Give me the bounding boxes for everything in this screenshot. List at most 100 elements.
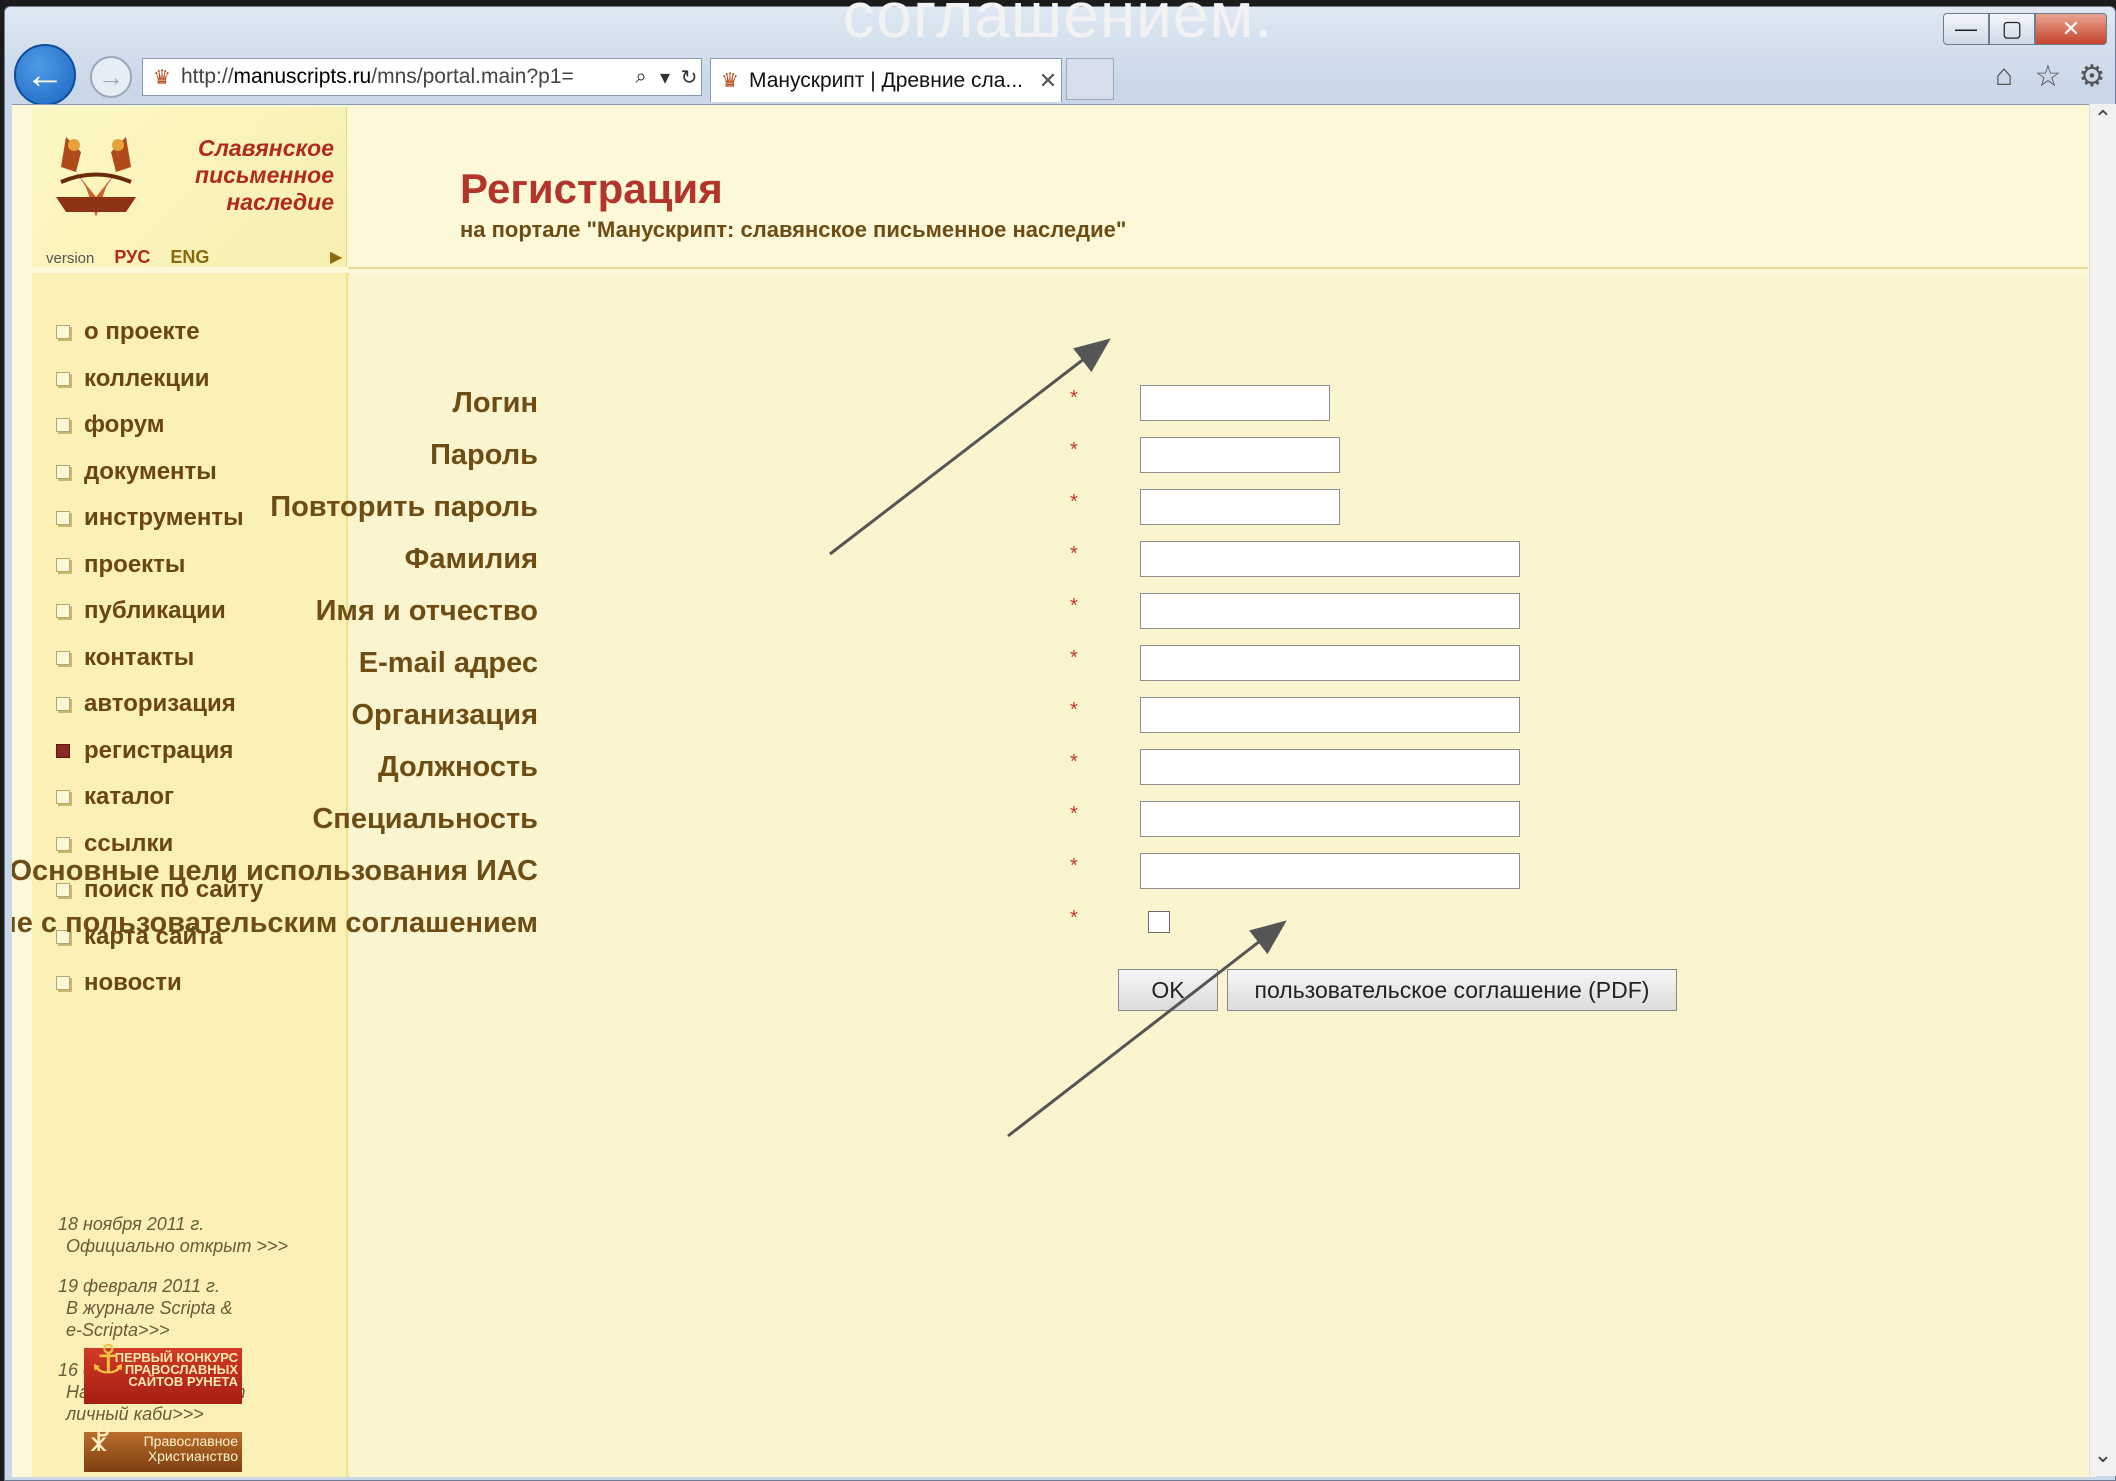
form-row-email: E-mail адрес * xyxy=(348,645,1548,685)
form-row-password: Пароль * xyxy=(348,437,1548,477)
arrow-left-icon: ← xyxy=(25,52,65,97)
news-item[interactable]: 18 ноября 2011 г. Официально открыт >>> xyxy=(58,1213,288,1257)
sidebar-menu: о проекте коллекции форум документы инст… xyxy=(56,309,263,1007)
bullet-icon xyxy=(56,325,70,340)
news-item[interactable]: 19 февраля 2011 г. В журнале Scripta & e… xyxy=(58,1275,288,1341)
lang-ru-link[interactable]: РУС xyxy=(114,247,150,268)
position-input[interactable] xyxy=(1140,749,1520,785)
search-icon[interactable]: ⌕ xyxy=(629,66,653,89)
tab-title: Манускрипт | Древние сла... xyxy=(749,68,1023,92)
bullet-icon xyxy=(56,790,70,805)
required-mark: * xyxy=(1070,855,1078,877)
sidebar-item-news[interactable]: новости xyxy=(56,960,263,1007)
agreement-label: Согласие с пользовательским соглашением xyxy=(12,907,538,939)
field-label: Фамилия xyxy=(404,543,538,575)
brand-line: наследие xyxy=(226,189,334,215)
new-tab-button[interactable] xyxy=(1066,58,1114,100)
required-mark: * xyxy=(1070,491,1078,513)
email-input[interactable] xyxy=(1140,645,1520,681)
field-label: E-mail адрес xyxy=(358,647,538,679)
required-mark: * xyxy=(1070,595,1078,617)
name-input[interactable] xyxy=(1140,593,1520,629)
bullet-icon xyxy=(56,604,70,619)
sidebar-item-about[interactable]: о проекте xyxy=(56,309,263,356)
sidebar-item-label: каталог xyxy=(84,783,175,811)
tab-manuscript[interactable]: ♛ Манускрипт | Древние сла... ✕ xyxy=(710,58,1062,102)
login-input[interactable] xyxy=(1140,385,1330,421)
sidebar-item-label: ссылки xyxy=(84,829,174,857)
page-subtitle: на портале "Манускрипт: славянское письм… xyxy=(460,217,1127,242)
badge-text: Православное Христианство xyxy=(143,1433,238,1464)
scroll-up-icon[interactable]: ⌃ xyxy=(2090,104,2116,134)
form-row-login: Логин * xyxy=(348,385,1548,425)
sidebar-item-publications[interactable]: публикации xyxy=(56,588,263,635)
required-mark: * xyxy=(1070,751,1078,773)
specialty-input[interactable] xyxy=(1140,801,1520,837)
sidebar-item-label: новости xyxy=(84,969,182,997)
sidebar-item-login[interactable]: авторизация xyxy=(56,681,263,728)
agreement-checkbox[interactable] xyxy=(1148,911,1170,933)
bullet-icon xyxy=(56,418,70,433)
surname-input[interactable] xyxy=(1140,541,1520,577)
back-button[interactable]: ← xyxy=(14,44,76,106)
orthodox-badge[interactable]: ☧ Православное Христианство xyxy=(84,1427,242,1472)
contest-badge[interactable]: ⚓ ПЕРВЫЙ КОНКУРС ПРАВОСЛАВНЫХ САЙТОВ РУН… xyxy=(84,1340,242,1404)
brand-line: Славянское xyxy=(197,135,334,161)
url-prefix: http:// xyxy=(181,65,234,88)
field-label: Основные цели использования ИАС xyxy=(12,855,538,887)
form-row-goals: Основные цели использования ИАС * xyxy=(12,853,1548,893)
sidebar-item-catalog[interactable]: каталог xyxy=(56,774,263,821)
news-list: 18 ноября 2011 г. Официально открыт >>> … xyxy=(58,1213,288,1443)
bullet-icon xyxy=(56,697,70,712)
badge-text: ПЕРВЫЙ КОНКУРС ПРАВОСЛАВНЫХ САЙТОВ РУНЕТ… xyxy=(114,1350,238,1389)
page-header: Регистрация на портале "Манускрипт: слав… xyxy=(348,107,2088,269)
lang-en-link[interactable]: ENG xyxy=(170,247,209,268)
sidebar-item-projects[interactable]: проекты xyxy=(56,542,263,589)
site-favicon-icon: ♛ xyxy=(721,70,739,92)
field-label: Должность xyxy=(378,751,538,783)
news-date: 18 ноября 2011 г. xyxy=(58,1214,205,1234)
repeat-password-input[interactable] xyxy=(1140,489,1340,525)
sidebar-item-label: форум xyxy=(84,411,165,439)
address-bar[interactable]: ♛ http://manuscripts.ru/mns/portal.main?… xyxy=(142,58,702,96)
password-input[interactable] xyxy=(1140,437,1340,473)
sidebar-item-contacts[interactable]: контакты xyxy=(56,635,263,682)
sidebar-item-registration[interactable]: регистрация xyxy=(56,728,263,775)
field-label: Специальность xyxy=(312,803,538,835)
required-mark: * xyxy=(1070,647,1078,669)
bullet-icon xyxy=(56,836,70,851)
sidebar-item-label: авторизация xyxy=(84,690,236,718)
site-logo-icon xyxy=(56,137,136,217)
goals-input[interactable] xyxy=(1140,853,1520,889)
refresh-icon[interactable]: ↻ xyxy=(677,65,701,90)
field-label: Пароль xyxy=(430,439,538,471)
required-mark: * xyxy=(1070,439,1078,461)
dropdown-icon[interactable]: ▾ xyxy=(653,65,677,90)
bullet-icon xyxy=(56,464,70,479)
favorites-star-icon[interactable]: ☆ xyxy=(2030,58,2066,94)
sidebar-item-documents[interactable]: документы xyxy=(56,449,263,496)
settings-gear-icon[interactable]: ⚙ xyxy=(2074,58,2110,94)
bullet-icon xyxy=(56,650,70,665)
close-tab-icon[interactable]: ✕ xyxy=(1035,68,1061,94)
sidebar-item-forum[interactable]: форум xyxy=(56,402,263,449)
forward-button[interactable]: → xyxy=(90,56,132,98)
url-text[interactable]: http://manuscripts.ru/mns/portal.main?p1… xyxy=(181,65,629,89)
home-icon[interactable]: ⌂ xyxy=(1986,58,2022,94)
form-row-surname: Фамилия * xyxy=(348,541,1548,581)
required-mark: * xyxy=(1070,543,1078,565)
expand-arrow-icon[interactable]: ▶ xyxy=(330,247,342,267)
registration-form: Логин * Пароль * Повторить пароль * Фами… xyxy=(12,275,2088,1475)
scroll-down-icon[interactable]: ⌄ xyxy=(2090,1440,2116,1470)
vertical-scrollbar[interactable]: ⌃ ⌄ xyxy=(2089,104,2116,1476)
ok-button[interactable]: OK xyxy=(1118,969,1218,1011)
form-row-agreement: Согласие с пользовательским соглашением … xyxy=(12,905,1548,945)
url-path: /mns/portal.main?p1= xyxy=(371,65,574,88)
form-row-organization: Организация * xyxy=(348,697,1548,737)
organization-input[interactable] xyxy=(1140,697,1520,733)
required-mark: * xyxy=(1070,387,1078,409)
required-mark: * xyxy=(1070,699,1078,721)
user-agreement-pdf-button[interactable]: пользовательское соглашение (PDF) xyxy=(1227,969,1677,1011)
sidebar-item-tools[interactable]: инструменты xyxy=(56,495,263,542)
sidebar-item-collections[interactable]: коллекции xyxy=(56,356,263,403)
